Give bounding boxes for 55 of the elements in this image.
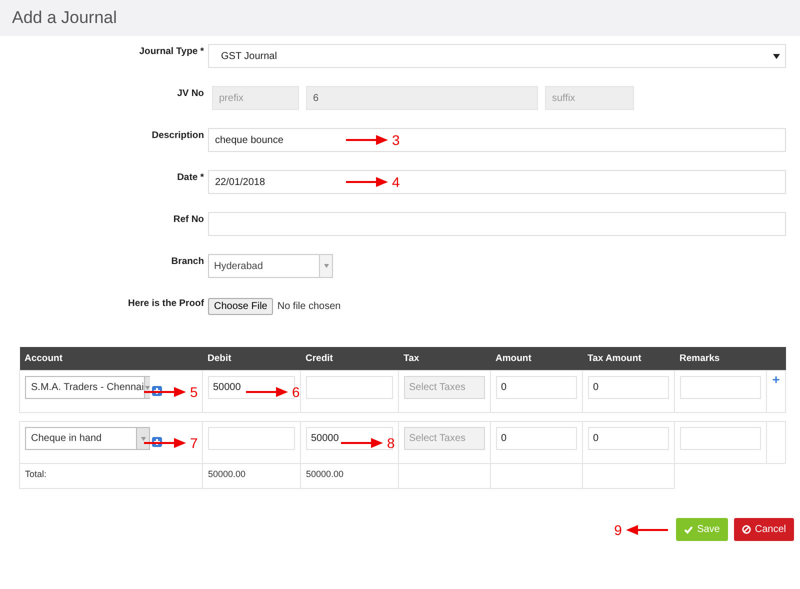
tax-amount-field[interactable]: 0 [588,427,669,450]
remarks-field[interactable] [680,376,761,399]
annotation-arrow [346,135,388,145]
amount-field[interactable]: 0 [496,427,577,450]
total-label: Total: [20,464,202,488]
annotation-arrow [626,524,668,534]
cancel-button[interactable]: Cancel [734,518,794,541]
select-field[interactable]: GST Journal [208,44,786,68]
branch-select[interactable]: Hyderabad [208,254,333,278]
field-label: Branch [170,255,205,267]
amount-field[interactable]: 0 [496,376,577,399]
field-label: JV No [176,87,205,99]
caret-icon [144,386,150,390]
add-row-button[interactable]: + [772,373,780,386]
column-header: Credit [300,347,398,370]
account-select[interactable]: S.M.A. Traders - Chennai [25,376,150,399]
text-field[interactable] [208,212,786,236]
field-label: Journal Type * [138,45,205,57]
credit-field[interactable] [306,376,393,399]
annotation-arrow [246,386,288,396]
column-header: Amount [490,347,582,370]
annotation-arrow [144,386,186,396]
column-header: Remarks [674,347,766,370]
column-header: Debit [202,347,300,370]
debit-field[interactable] [208,427,295,450]
total-credit: 50000.00 [300,464,398,488]
annotation-number: 6 [292,384,300,398]
field-label: Description [150,129,205,141]
column-header: Tax Amount [582,347,674,370]
field-label: Here is the Proof [126,297,205,309]
cancel-icon [742,525,751,534]
annotation-arrow [341,438,383,448]
annotation-arrow [144,438,186,448]
remarks-field[interactable] [680,427,761,450]
caret-icon [324,264,328,268]
check-icon [684,526,694,534]
annotation-number: 5 [190,384,198,398]
annotation-number: 9 [614,522,622,536]
annotation-arrow [346,177,388,187]
account-select[interactable]: Cheque in hand [25,427,150,450]
annotation-number: 8 [387,436,395,450]
choose-file-button[interactable]: Choose File [208,298,274,315]
page-title: Add a Journal [12,8,117,28]
caret-icon [140,436,146,440]
total-debit: 50000.00 [202,464,300,488]
annotation-number: 7 [190,436,198,450]
annotation-number: 3 [392,133,400,147]
field-label: Date * [176,171,205,183]
tax-amount-field[interactable]: 0 [588,376,669,399]
field-label: Ref No [172,213,205,225]
file-status: No file chosen [277,301,341,312]
column-header: Account [20,347,202,370]
caret-icon [773,54,780,58]
column-header: Tax [398,347,490,370]
annotation-number: 4 [392,175,400,189]
